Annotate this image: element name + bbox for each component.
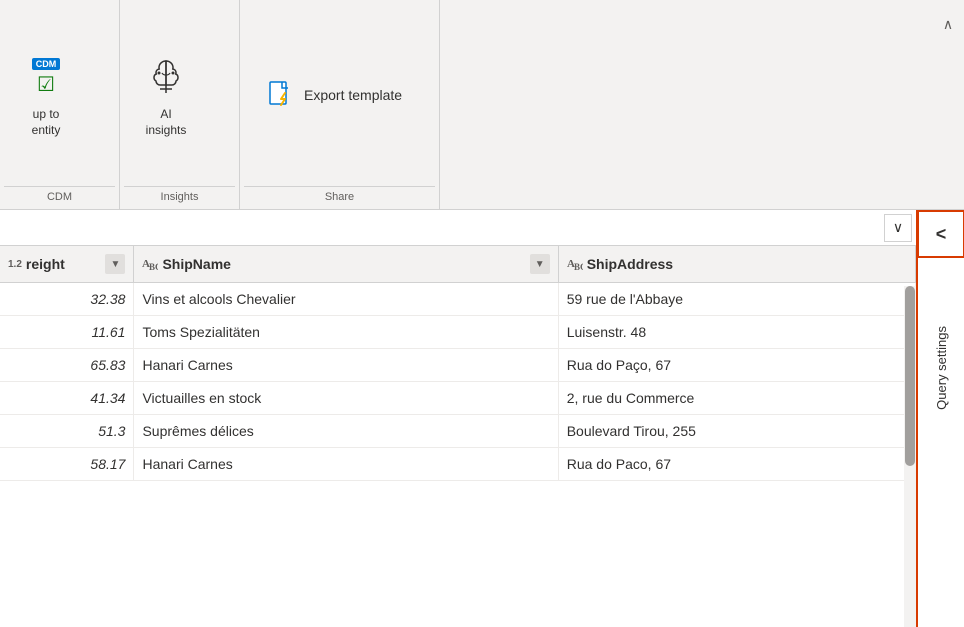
table-row: 41.34Victuailles en stock2, rue du Comme… [0, 382, 916, 415]
cell-shipname: Suprêmes délices [134, 415, 558, 448]
cdm-badge: CDM [32, 58, 61, 70]
table-scrollbar[interactable] [904, 286, 916, 627]
shipaddress-col-label: ShipAddress [587, 256, 673, 272]
collapse-icon: ∧ [943, 16, 953, 33]
table-row: 51.3Suprêmes délicesBoulevard Tirou, 255 [0, 415, 916, 448]
freight-type-icon: 1.2 [8, 259, 22, 270]
column-header-freight: 1.2 reight ▼ [0, 246, 134, 283]
cdm-item-label: up to entity [32, 107, 61, 138]
toolbar-collapse-button[interactable]: ∧ [932, 8, 964, 40]
ai-insights-icon-area [140, 51, 192, 103]
cell-shipaddress: Rua do Paco, 67 [558, 448, 915, 481]
cell-shipname: Toms Spezialitäten [134, 316, 558, 349]
column-header-shipaddress: ABC ShipAddress [558, 246, 915, 283]
toolbar: CDM ☑ up to entity CDM [0, 0, 964, 210]
query-settings-label[interactable]: Query settings [934, 310, 949, 426]
shipname-filter-button[interactable]: ▼ [530, 254, 550, 274]
table-row: 65.83Hanari CarnesRua do Paço, 67 [0, 349, 916, 382]
cell-shipname: Vins et alcools Chevalier [134, 283, 558, 316]
cell-freight: 32.38 [0, 283, 134, 316]
ai-insights-toolbar-item[interactable]: AI insights [124, 8, 208, 182]
query-settings-chevron-icon: < [936, 224, 947, 245]
cell-freight: 11.61 [0, 316, 134, 349]
freight-filter-button[interactable]: ▼ [105, 254, 125, 274]
ai-insights-label: AI insights [146, 107, 187, 138]
table-row: 58.17Hanari CarnesRua do Paco, 67 [0, 448, 916, 481]
insights-section: AI insights Insights [120, 0, 240, 209]
data-area: 1.2 reight ▼ ABC Ship [0, 246, 916, 627]
cell-freight: 51.3 [0, 415, 134, 448]
shipname-col-label: ShipName [162, 256, 230, 272]
table-body: 32.38Vins et alcools Chevalier59 rue de … [0, 283, 916, 481]
insights-section-label: Insights [124, 186, 235, 205]
cell-freight: 41.34 [0, 382, 134, 415]
cell-freight: 58.17 [0, 448, 134, 481]
table-row: 32.38Vins et alcools Chevalier59 rue de … [0, 283, 916, 316]
query-settings-toggle-button[interactable]: < [917, 210, 964, 258]
formula-bar: ∨ [0, 210, 964, 246]
cell-freight: 65.83 [0, 349, 134, 382]
formula-bar-dropdown[interactable]: ∨ [884, 214, 912, 242]
share-section-label: Share [244, 186, 435, 205]
share-section: Export template Share [240, 0, 440, 209]
column-header-shipname: ABC ShipName ▼ [134, 246, 558, 283]
filter-icon: ▼ [111, 259, 121, 270]
cdm-check-icon: ☑ [37, 72, 55, 97]
table-row: 11.61Toms SpezialitätenLuisenstr. 48 [0, 316, 916, 349]
export-template-button[interactable]: Export template [244, 8, 422, 182]
shipname-type-icon: ABC [142, 256, 158, 273]
export-template-label: Export template [304, 87, 402, 103]
cell-shipaddress: Luisenstr. 48 [558, 316, 915, 349]
svg-text:BC: BC [149, 262, 158, 270]
cdm-section: CDM ☑ up to entity CDM [0, 0, 120, 209]
cell-shipaddress: Rua do Paço, 67 [558, 349, 915, 382]
table-header-row: 1.2 reight ▼ ABC Ship [0, 246, 916, 283]
cdm-section-label: CDM [4, 186, 115, 205]
brain-icon [142, 53, 190, 101]
cell-shipname: Hanari Carnes [134, 349, 558, 382]
cdm-icon-area: CDM ☑ [20, 51, 72, 103]
cell-shipname: Hanari Carnes [134, 448, 558, 481]
export-template-icon [264, 79, 296, 111]
dropdown-icon: ∨ [893, 219, 903, 236]
svg-text:BC: BC [574, 262, 583, 270]
data-table: 1.2 reight ▼ ABC Ship [0, 246, 916, 481]
query-settings-panel: < Query settings [916, 210, 964, 627]
cell-shipaddress: 59 rue de l'Abbaye [558, 283, 915, 316]
table-scrollbar-thumb [905, 286, 915, 466]
freight-col-label: reight [26, 256, 65, 272]
filter-icon: ▼ [535, 259, 545, 270]
cell-shipaddress: Boulevard Tirou, 255 [558, 415, 915, 448]
cell-shipaddress: 2, rue du Commerce [558, 382, 915, 415]
shipaddress-type-icon: ABC [567, 256, 583, 273]
cell-shipname: Victuailles en stock [134, 382, 558, 415]
cdm-toolbar-item[interactable]: CDM ☑ up to entity [4, 8, 88, 182]
